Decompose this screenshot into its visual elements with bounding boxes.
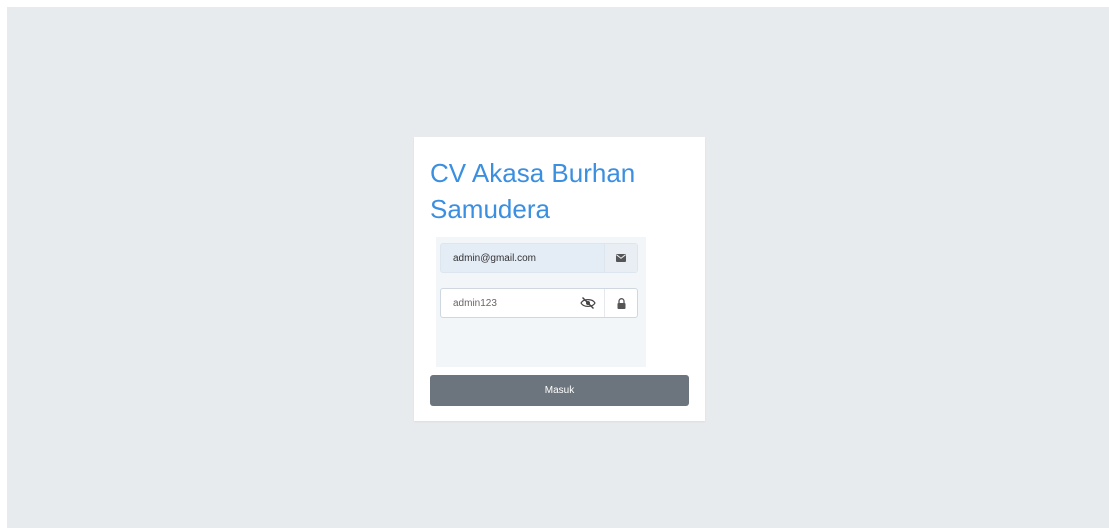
company-title: CV Akasa Burhan Samudera: [430, 158, 636, 224]
password-input[interactable]: [441, 289, 571, 317]
email-input-group: [440, 243, 638, 273]
login-card: CV Akasa Burhan Samudera admin@gmail.com…: [414, 137, 705, 421]
lock-icon: [604, 289, 637, 317]
email-input[interactable]: [441, 244, 605, 272]
eye-slash-icon[interactable]: [575, 289, 601, 317]
envelope-icon: [604, 244, 637, 272]
password-input-group: [440, 288, 638, 318]
login-form: [436, 237, 646, 367]
masuk-button[interactable]: Masuk: [430, 375, 689, 406]
